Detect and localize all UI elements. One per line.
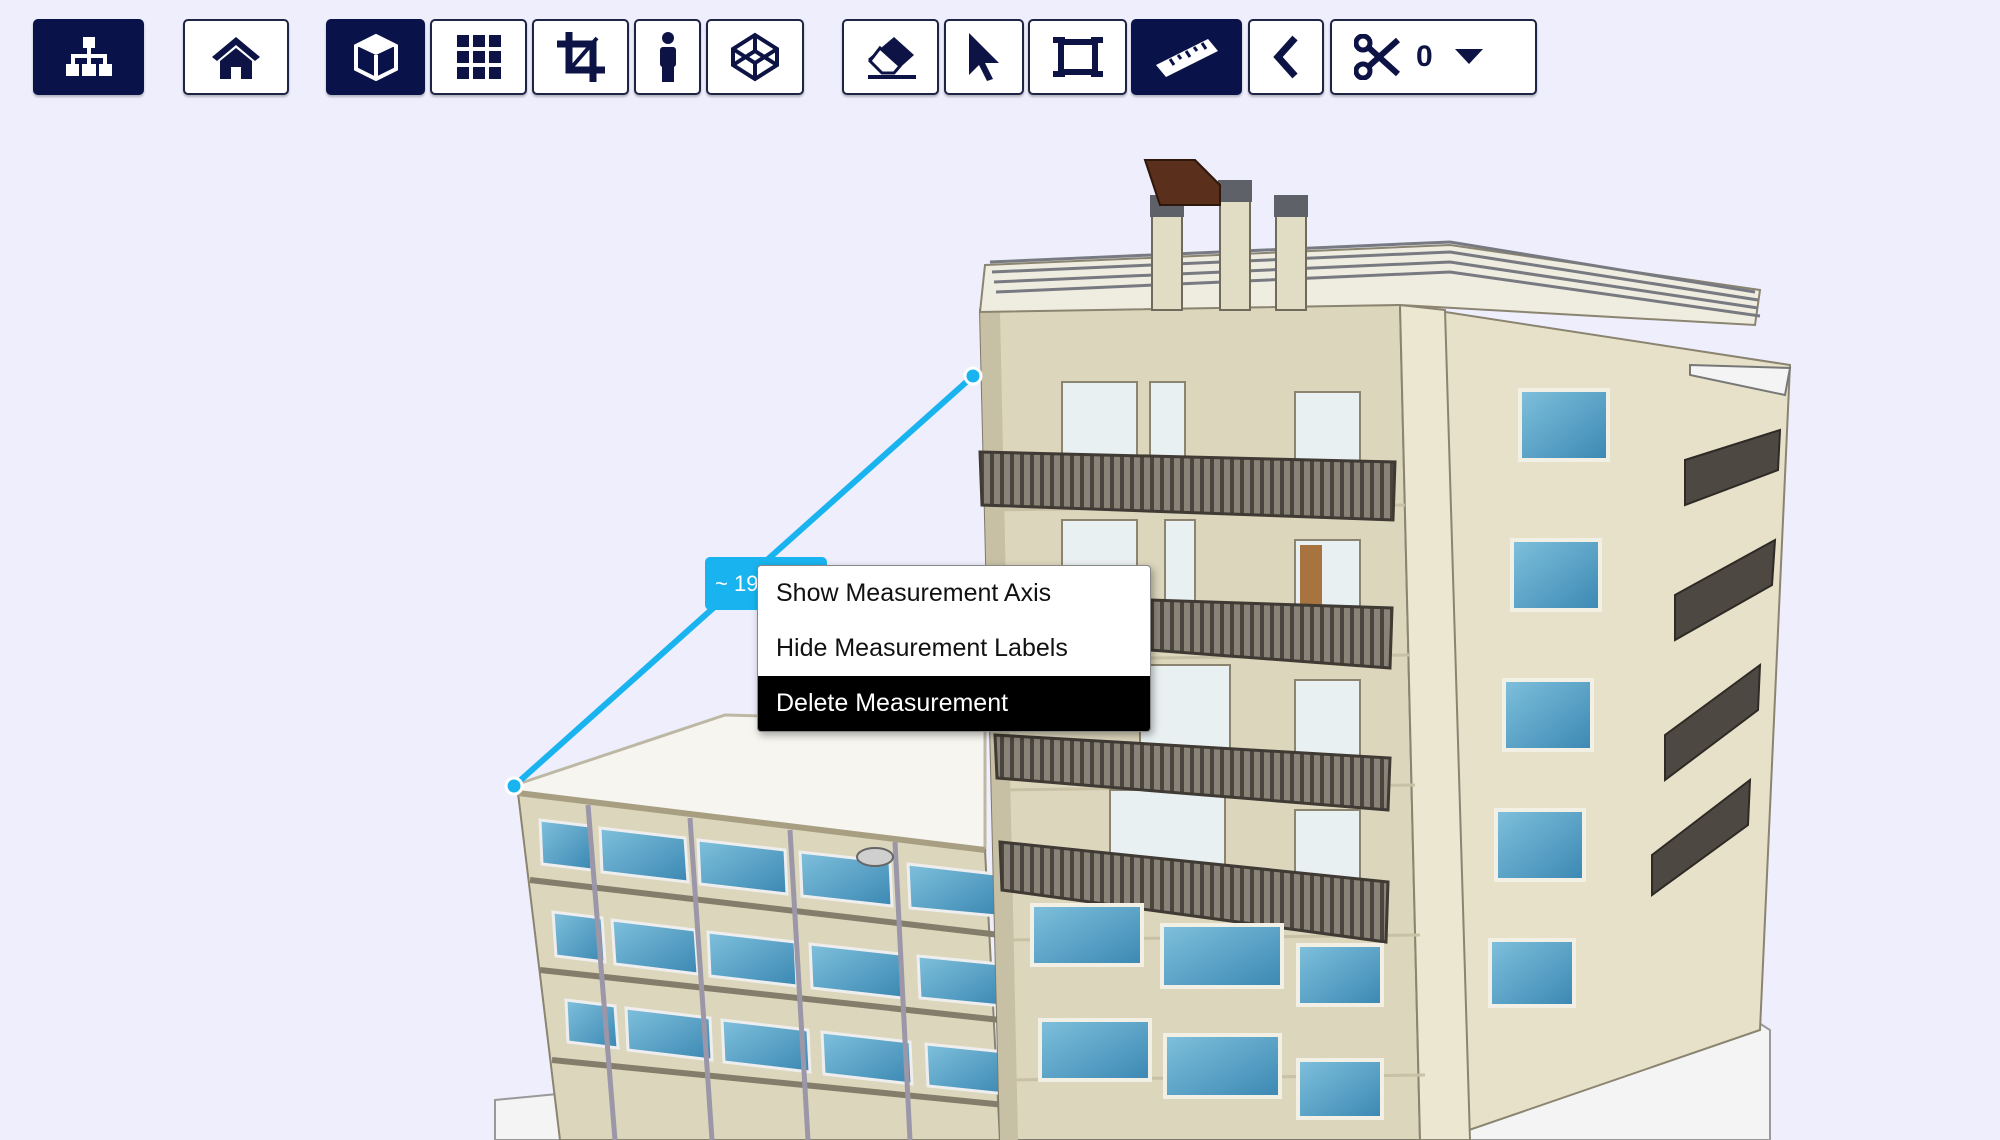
caret-down-icon[interactable]: [1454, 49, 1483, 65]
frame-icon: [1052, 35, 1103, 79]
hide-measurement-labels-item[interactable]: Hide Measurement Labels: [758, 621, 1150, 676]
back-button[interactable]: [1248, 19, 1324, 95]
measure-button[interactable]: [1131, 19, 1242, 95]
delete-measurement-item[interactable]: Delete Measurement: [758, 676, 1150, 731]
grid-view-button[interactable]: [430, 19, 527, 95]
fit-view-button[interactable]: [1028, 19, 1127, 95]
3d-viewer-canvas[interactable]: ~ 19 0 Show Measurement Axis Hide Measur…: [0, 0, 2000, 1140]
show-measurement-axis-item[interactable]: Show Measurement Axis: [758, 566, 1150, 621]
ruler-icon: [1154, 37, 1220, 77]
slice-dropdown[interactable]: 0: [1330, 19, 1537, 95]
person-icon: [657, 32, 679, 82]
measurement-start-point: [504, 776, 524, 796]
eraser-icon: [864, 35, 918, 79]
grid-icon: [456, 35, 501, 79]
hide-button[interactable]: [842, 19, 939, 95]
properties-button[interactable]: [634, 19, 701, 95]
crop-icon: [556, 32, 605, 82]
section-count: 0: [1416, 40, 1433, 73]
context-menu: Show Measurement Axis Hide Measurement L…: [757, 565, 1151, 732]
section-box-button[interactable]: [532, 19, 629, 95]
tree-view-button[interactable]: [33, 19, 144, 95]
sitemap-icon: [65, 37, 112, 77]
select-button[interactable]: [944, 19, 1024, 95]
codepen-icon: [730, 32, 780, 82]
xray-button[interactable]: [706, 19, 804, 95]
home-button[interactable]: [183, 19, 289, 95]
scissors-icon: [1354, 34, 1400, 80]
cube-icon: [352, 33, 400, 81]
perspective-button[interactable]: [326, 19, 425, 95]
cursor-icon: [967, 33, 1001, 81]
chevron-left-icon: [1273, 35, 1299, 79]
home-icon: [210, 35, 262, 79]
measurement-end-point: [963, 366, 983, 386]
